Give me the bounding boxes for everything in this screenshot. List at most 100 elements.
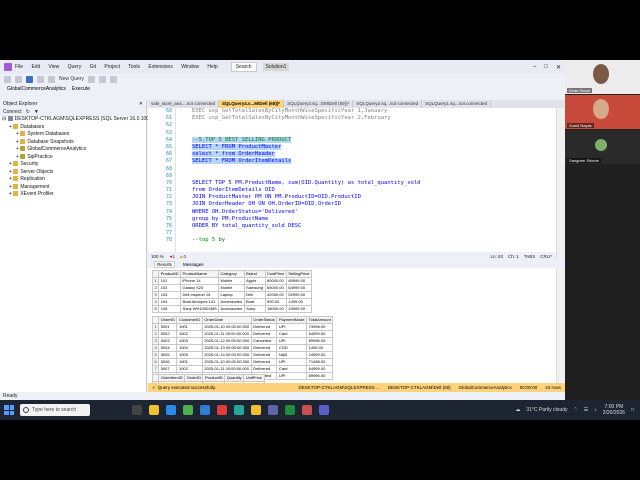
result-grid-products[interactable]: ProductID ProductName Category Brand CostPri…: [151, 270, 312, 313]
table-cell[interactable]: Card: [276, 365, 308, 373]
document-tab[interactable]: SQLQuery4.s...M\Dell (68))*: [219, 100, 285, 108]
table-cell[interactable]: 73998.00: [306, 323, 334, 331]
table-cell[interactable]: 1499.00: [285, 298, 312, 306]
tree-node[interactable]: + Server Objects: [0, 169, 146, 177]
menu-query[interactable]: Query: [68, 64, 82, 70]
table-cell[interactable]: Delivered: [250, 344, 278, 352]
app-red-icon[interactable]: [217, 405, 227, 415]
table-cell[interactable]: Boat Airdopes 141: [180, 298, 220, 306]
tree-node[interactable]: + Security: [0, 161, 146, 169]
table-cell[interactable]: Galaxy S23: [180, 284, 220, 292]
code-line[interactable]: --5.TOP 5 BEST SELLING PRODUCT: [192, 136, 556, 144]
result-grid-orders[interactable]: OrderID CustomerID OrderDate OrderStatus Pay…: [151, 316, 334, 380]
table-cell[interactable]: 2025-01-10 00:00:00.000: [201, 358, 252, 366]
search-box[interactable]: Search: [230, 62, 257, 72]
table-cell[interactable]: 102: [158, 284, 182, 292]
table-cell[interactable]: 1001: [176, 323, 203, 331]
table-cell[interactable]: 18000.00: [264, 305, 287, 313]
code-line[interactable]: group by PM.ProductName: [192, 216, 556, 223]
table-cell[interactable]: COD: [276, 344, 308, 352]
document-tab[interactable]: SQLQuery1.sq...not connected: [422, 100, 491, 108]
minimize-icon[interactable]: –: [533, 64, 536, 71]
table-row[interactable]: 4 104 Boat Airdopes 141 Accessories Boat 900.…: [151, 298, 312, 306]
table-cell[interactable]: N&B: [276, 351, 308, 359]
table-cell[interactable]: Dell: [243, 291, 266, 299]
column-header[interactable]: OrderID: [158, 316, 178, 324]
results-scrollbar[interactable]: [556, 268, 565, 383]
table-cell[interactable]: 5003: [158, 337, 178, 345]
table-cell[interactable]: 52999.00: [285, 291, 312, 299]
column-header[interactable]: PaymentMode: [276, 316, 308, 324]
database-query-icon[interactable]: [88, 75, 96, 83]
column-header[interactable]: OrderStatus: [250, 316, 278, 324]
table-cell[interactable]: Accessories: [218, 305, 245, 313]
table-cell[interactable]: 2025-01-11 00:00:00.000: [201, 365, 252, 373]
column-header[interactable]: OrderID: [184, 374, 204, 382]
document-tab[interactable]: SQLQuery3.sq...GM\Dell (59))*: [284, 100, 354, 108]
table-cell[interactable]: 24999.00: [285, 305, 312, 313]
table-cell[interactable]: 2025-01-13 00:00:00.000: [201, 344, 252, 352]
table-cell[interactable]: Apple: [243, 277, 266, 285]
column-header[interactable]: SellingPrice: [285, 270, 312, 278]
pin-icon[interactable]: ✕: [139, 100, 146, 108]
table-cell[interactable]: Laptop: [218, 291, 245, 299]
column-header[interactable]: OrderDate: [201, 316, 252, 324]
tree-node[interactable]: + Database Snapshots: [0, 139, 146, 147]
table-row[interactable]: 2 5002 1002 2025-01-11 00:00:00.000 Delivere…: [151, 330, 334, 338]
table-cell[interactable]: 1001: [176, 358, 203, 366]
menu-git[interactable]: Git: [90, 64, 96, 70]
tree-node[interactable]: + SqlPractice: [0, 154, 146, 162]
code-line[interactable]: [192, 166, 556, 173]
participant-tile[interactable]: Sumit Nayak: [565, 95, 640, 129]
menu-window[interactable]: Window: [181, 64, 199, 70]
column-header[interactable]: ProductID: [202, 374, 226, 382]
maximize-icon[interactable]: □: [544, 64, 548, 71]
table-cell[interactable]: 2025-01-10 00:00:00.000: [201, 323, 252, 331]
table-cell[interactable]: Delivered: [250, 365, 278, 373]
table-cell[interactable]: Sony WH1000XM5: [180, 305, 220, 313]
weather-text[interactable]: 31°C Partly cloudy: [526, 407, 567, 413]
code-line[interactable]: select * from OrderHeader: [192, 151, 556, 158]
editor-scrollbar[interactable]: [556, 108, 565, 260]
table-cell[interactable]: 1004: [176, 344, 203, 352]
table-cell[interactable]: 64999.00: [285, 284, 312, 292]
table-cell[interactable]: 101: [158, 277, 182, 285]
powerpoint-icon[interactable]: [302, 405, 312, 415]
table-cell[interactable]: Samsung: [243, 284, 266, 292]
table-row[interactable]: 1 5001 1001 2025-01-10 00:00:00.000 Delivere…: [151, 323, 334, 331]
table-cell[interactable]: 89999.00: [285, 277, 312, 285]
table-row[interactable]: 7 5007 1002 2025-01-11 00:00:00.000 Delivere…: [151, 365, 334, 373]
table-cell[interactable]: Delivered: [250, 351, 278, 359]
code-line[interactable]: ORDER BY total_quantity_sold DESC: [192, 223, 556, 230]
notification-icon[interactable]: □: [631, 407, 634, 413]
code-line[interactable]: SELECT * FROM OrderItemDetails: [192, 158, 556, 165]
open-icon[interactable]: [37, 75, 44, 83]
undo-icon[interactable]: [99, 75, 107, 83]
table-cell[interactable]: 64999.00: [306, 365, 334, 373]
save-icon[interactable]: [48, 75, 55, 83]
code-line[interactable]: WHERE OH.OrderStatus='Delivered': [192, 209, 556, 216]
participant-tile[interactable]: Kiran Rauni: [565, 60, 640, 94]
query-editor[interactable]: 60 61 62 63 64 65 66 67 68 69 70 71 72 73 74 75 76 77 78 E…: [148, 108, 556, 252]
redo-icon[interactable]: [110, 75, 118, 83]
code-line[interactable]: --top 5 by: [192, 237, 556, 244]
table-cell[interactable]: Mobile: [218, 277, 245, 285]
menu-edit[interactable]: Edit: [31, 64, 40, 70]
weather-icon[interactable]: ☁: [515, 407, 520, 413]
table-cell[interactable]: Mobile: [218, 284, 245, 292]
menu-view[interactable]: View: [48, 64, 59, 70]
table-row[interactable]: 2 102 Galaxy S23 Mobile Samsung 65000.00 64999…: [151, 284, 312, 292]
task-view-icon[interactable]: [132, 405, 142, 415]
table-cell[interactable]: UPI: [276, 323, 308, 331]
code-area[interactable]: EXEC usp_GetTotalSalesByCityMonthWiseSpe…: [192, 108, 556, 245]
table-cell[interactable]: Card: [276, 330, 308, 338]
table-cell[interactable]: 5006: [158, 358, 178, 366]
column-header[interactable]: CostPrice: [264, 270, 287, 278]
table-cell[interactable]: 900.00: [264, 298, 287, 306]
table-cell[interactable]: Delivered: [250, 323, 278, 331]
tree-node[interactable]: + XEvent Profiler: [0, 191, 146, 199]
table-cell[interactable]: 103: [158, 291, 182, 299]
table-cell[interactable]: 1002: [176, 330, 203, 338]
table-cell[interactable]: 1499.00: [306, 344, 334, 352]
table-cell[interactable]: Delivered: [250, 358, 278, 366]
